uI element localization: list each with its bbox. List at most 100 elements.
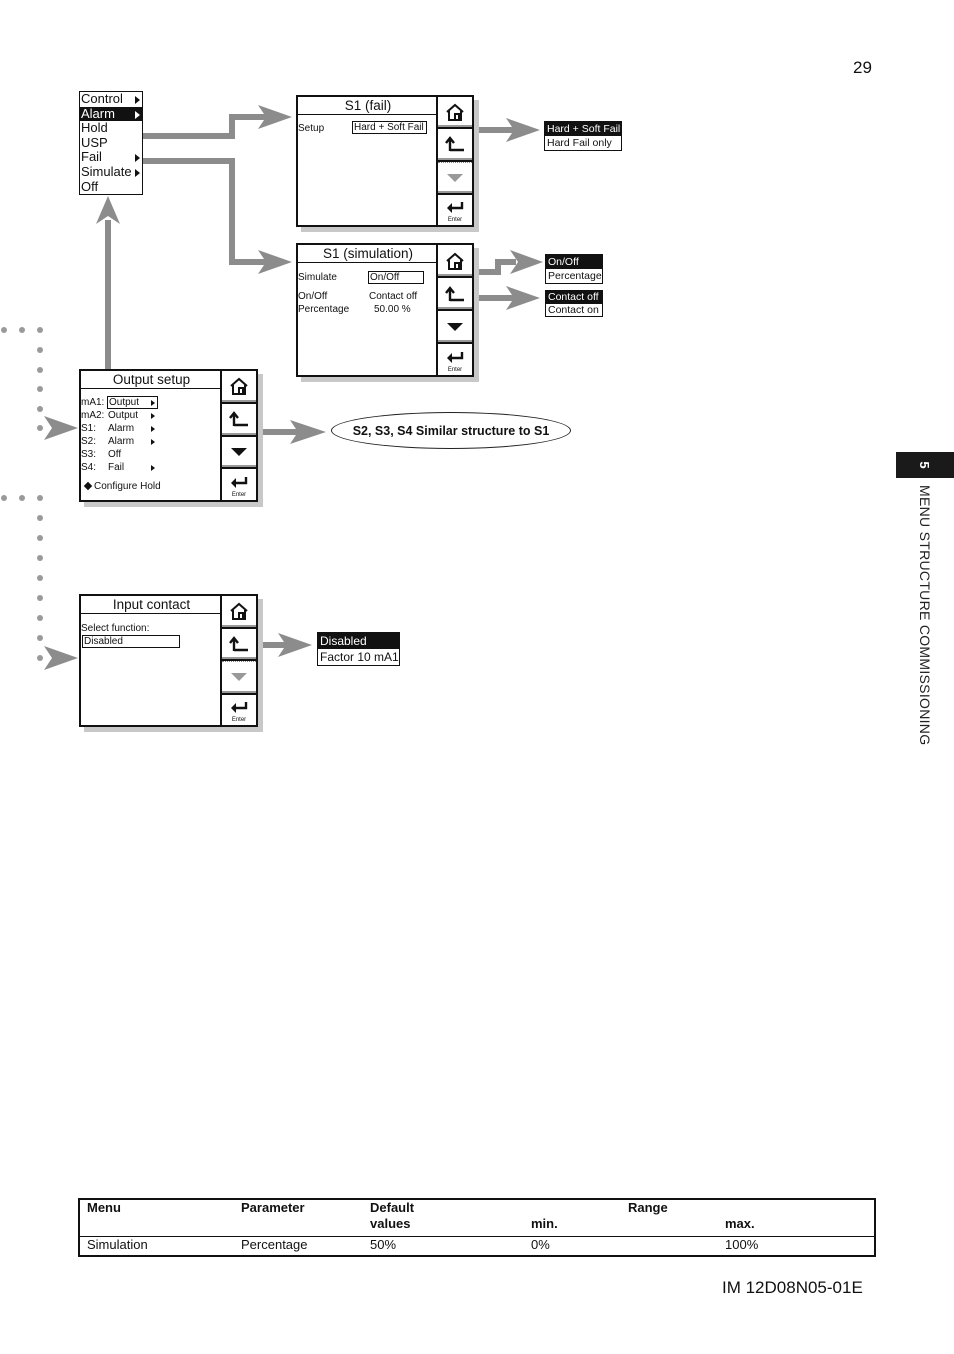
arrowhead	[510, 250, 543, 274]
parameter-table: Menu Parameter Default values Range min.…	[78, 1198, 876, 1257]
enter-label: Enter	[231, 717, 247, 723]
row-label: mA1:	[81, 397, 105, 408]
onoff-value[interactable]: Contact off	[369, 291, 417, 302]
arrowhead	[278, 633, 312, 657]
row-value: Alarm	[108, 423, 135, 434]
option-contact-on[interactable]: Contact on	[546, 304, 602, 317]
nav-button-column: Enter	[436, 97, 472, 225]
back-button[interactable]	[438, 129, 472, 162]
menu-item-off[interactable]: Off	[80, 179, 142, 195]
page-number: 29	[853, 58, 872, 77]
submenu-arrow-icon	[135, 168, 140, 177]
enter-label: Enter	[231, 492, 247, 498]
document-id: IM 12D08N05-01E	[722, 1278, 863, 1297]
screen-title: S1 (simulation)	[298, 245, 438, 263]
cell-parameter: Percentage	[241, 1237, 308, 1252]
diamond-bullet-icon	[83, 481, 93, 491]
submenu-arrow-icon	[151, 426, 155, 432]
enter-button[interactable]: Enter	[438, 195, 472, 225]
row-label: S1:	[81, 423, 97, 434]
home-button[interactable]	[222, 371, 256, 404]
percentage-label: Percentage	[298, 304, 350, 315]
back-button[interactable]	[438, 278, 472, 311]
back-button[interactable]	[222, 404, 256, 437]
down-button[interactable]	[222, 661, 256, 695]
header-max: max.	[725, 1216, 755, 1231]
submenu-arrow-icon	[135, 154, 140, 163]
setup-field[interactable]: Hard + Soft Fail	[352, 121, 427, 134]
menu-item-fail[interactable]: Fail	[80, 150, 142, 165]
option-hard-soft-fail[interactable]: Hard + Soft Fail	[545, 122, 621, 136]
home-icon	[446, 252, 464, 270]
home-button[interactable]	[222, 596, 256, 629]
cell-menu: Simulation	[87, 1237, 148, 1252]
enter-button[interactable]: Enter	[222, 695, 256, 726]
contact-options: Contact off Contact on	[545, 290, 603, 317]
menu-item-hold[interactable]: Hold	[80, 120, 142, 136]
home-icon	[230, 378, 248, 396]
enter-icon	[447, 351, 464, 363]
configure-hold-label: Configure Hold	[94, 481, 161, 492]
row-value: Output	[108, 410, 139, 421]
home-button[interactable]	[438, 97, 472, 130]
screen-input-contact: Input contact Select function: Disabled …	[79, 594, 258, 727]
option-percentage[interactable]: Percentage	[546, 269, 602, 283]
menu-item-control[interactable]: Control	[80, 91, 142, 107]
menu-item-alarm[interactable]: Alarm	[80, 106, 142, 122]
entry-arrowhead	[44, 646, 78, 670]
setup-label: Setup	[298, 123, 325, 134]
chapter-tab: 5	[896, 452, 954, 478]
arrow-menu-to-fail	[143, 114, 268, 139]
arrowhead	[258, 250, 292, 274]
option-disabled[interactable]: Disabled	[318, 633, 399, 649]
enter-icon	[231, 701, 248, 713]
menu-item-simulate[interactable]: Simulate	[80, 164, 142, 180]
arrowhead	[290, 420, 326, 444]
nav-button-column: Enter	[220, 596, 256, 725]
fail-setup-options: Hard + Soft Fail Hard Fail only	[544, 121, 622, 151]
down-arrow-icon	[447, 322, 463, 331]
input-function-options: Disabled Factor 10 mA1	[317, 632, 400, 666]
header-default-line2: values	[370, 1216, 411, 1231]
header-min: min.	[531, 1216, 558, 1231]
enter-button[interactable]: Enter	[222, 469, 256, 500]
home-button[interactable]	[438, 245, 472, 278]
row-label: S4:	[81, 462, 97, 473]
simulate-field[interactable]: On/Off	[368, 271, 424, 284]
dotted-connector	[1, 327, 43, 661]
row-label: S3:	[81, 449, 97, 460]
entry-arrowhead	[44, 416, 78, 440]
row-value: Fail	[108, 462, 125, 473]
option-on-off[interactable]: On/Off	[546, 255, 602, 269]
cell-min: 0%	[531, 1237, 550, 1252]
screen-title: Input contact	[81, 596, 222, 614]
back-icon	[229, 635, 248, 651]
option-factor-10-ma1[interactable]: Factor 10 mA1	[318, 649, 399, 665]
submenu-arrow-icon	[151, 400, 155, 406]
percentage-value[interactable]: 50.00 %	[374, 304, 411, 315]
menu-item-usp[interactable]: USP	[80, 135, 142, 151]
option-contact-off[interactable]: Contact off	[546, 291, 602, 304]
screen-s1-simulation: S1 (simulation) Simulate On/Off On/Off C…	[296, 243, 474, 377]
back-icon	[445, 285, 464, 301]
down-arrow-icon	[231, 673, 247, 682]
select-function-field[interactable]: Disabled	[82, 635, 180, 648]
note-text: S2, S3, S4 Similar structure to S1	[352, 423, 550, 438]
down-button[interactable]	[222, 437, 256, 470]
down-button[interactable]	[438, 311, 472, 344]
back-button[interactable]	[222, 629, 256, 661]
home-icon	[446, 103, 464, 122]
enter-button[interactable]: Enter	[438, 344, 472, 375]
row-value: Off	[108, 449, 122, 460]
cell-default: 50%	[370, 1237, 397, 1252]
down-button[interactable]	[438, 161, 472, 195]
back-icon	[445, 136, 464, 152]
header-default-line1: Default	[370, 1200, 415, 1215]
nav-button-column: Enter	[436, 245, 472, 375]
back-icon	[229, 411, 248, 427]
option-hard-fail-only[interactable]: Hard Fail only	[545, 136, 621, 150]
arrow-sim-to-simulate-options	[477, 259, 516, 275]
row-value: Alarm	[108, 436, 135, 447]
arrowhead	[96, 196, 120, 224]
cell-max: 100%	[725, 1237, 759, 1252]
